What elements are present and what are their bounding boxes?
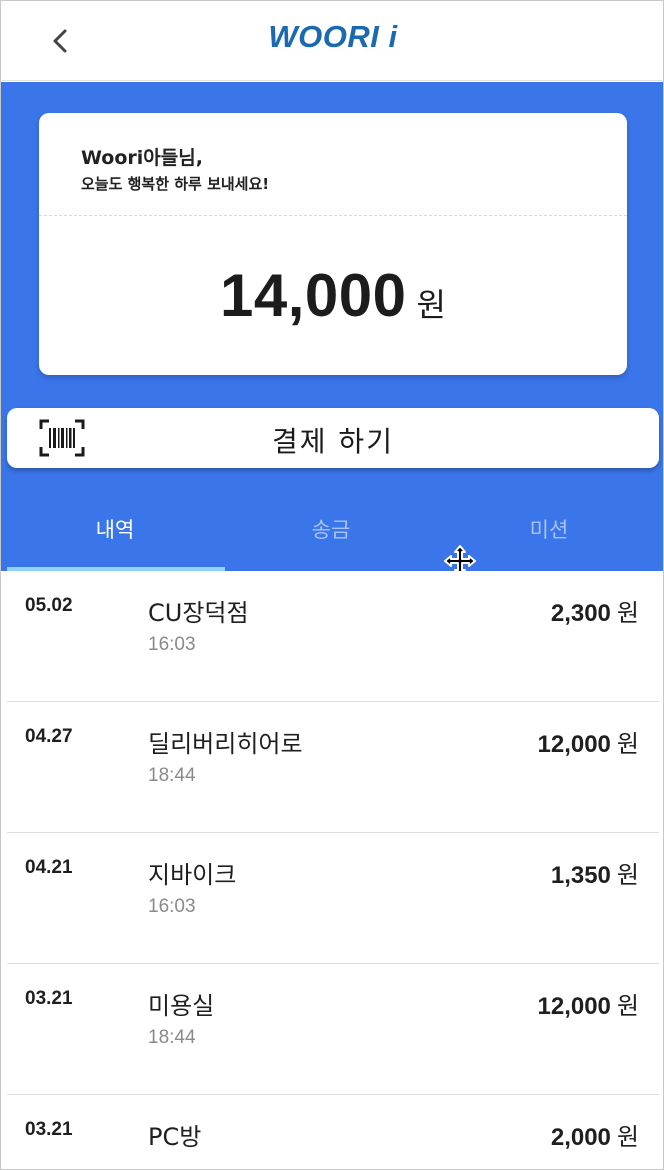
tab-history[interactable]: 내역	[7, 514, 223, 544]
app-logo: WOORI i	[268, 19, 398, 54]
transaction-date: 04.27	[25, 726, 73, 747]
transaction-date: 03.21	[25, 988, 73, 1009]
transaction-amount-unit: 원	[616, 1123, 639, 1151]
app-frame: WOORI i Woori아들님, 오늘도 행복한 하루 보내세요! 14,00…	[0, 0, 664, 1170]
transaction-amount-unit: 원	[616, 992, 639, 1020]
transaction-merchant: 지바이크	[148, 861, 237, 889]
transaction-amount: 2,000 원	[551, 1117, 639, 1152]
top-bar: WOORI i	[1, 1, 663, 81]
transaction-date: 03.21	[25, 1119, 73, 1140]
tab-mission[interactable]: 미션	[441, 514, 657, 544]
transaction-time: 16:03	[148, 634, 196, 655]
transaction-row[interactable]: 04.27 딜리버리히어로 18:44 12,000 원	[7, 702, 659, 833]
transaction-amount-unit: 원	[616, 861, 639, 889]
balance-unit: 원	[416, 286, 446, 324]
transaction-amount-value: 12,000	[537, 731, 611, 758]
transaction-amount: 1,350 원	[551, 855, 639, 890]
pay-button-label: 결제 하기	[272, 425, 394, 458]
card-divider	[39, 215, 627, 216]
transaction-list: 05.02 CU장덕점 16:03 2,300 원 04.27 딜리버리히어로 1…	[7, 571, 659, 1169]
pay-button[interactable]: 결제 하기	[7, 408, 659, 468]
greeting-name: Woori아들님,	[81, 147, 203, 169]
transaction-amount-value: 2,300	[550, 600, 611, 627]
balance-amount: 14,000	[220, 262, 407, 329]
transaction-merchant: 미용실	[148, 992, 215, 1020]
transaction-merchant: CU장덕점	[148, 599, 249, 627]
balance-display: 14,000 원	[39, 261, 627, 330]
tab-bar: 내역 송금 미션	[1, 494, 663, 571]
account-panel: Woori아들님, 오늘도 행복한 하루 보내세요! 14,000 원 결제 하…	[1, 82, 663, 571]
greeting-message: 오늘도 행복한 하루 보내세요!	[81, 175, 270, 193]
transaction-merchant: PC방	[148, 1123, 202, 1151]
transaction-row[interactable]: 05.02 CU장덕점 16:03 2,300 원	[7, 571, 659, 702]
transaction-row[interactable]: 03.21 미용실 18:44 12,000 원	[7, 964, 659, 1095]
transaction-amount-unit: 원	[616, 599, 639, 627]
transaction-date: 04.21	[25, 857, 73, 878]
transaction-amount: 12,000 원	[538, 986, 640, 1021]
transaction-row[interactable]: 04.21 지바이크 16:03 1,350 원	[7, 833, 659, 964]
transaction-merchant: 딜리버리히어로	[148, 730, 303, 758]
transaction-amount-value: 1,350	[550, 862, 611, 889]
tab-transfer[interactable]: 송금	[223, 514, 439, 544]
balance-card: Woori아들님, 오늘도 행복한 하루 보내세요! 14,000 원	[39, 113, 627, 375]
transaction-amount-unit: 원	[616, 730, 639, 758]
transaction-amount: 12,000 원	[538, 724, 640, 759]
transaction-amount-value: 2,000	[550, 1124, 611, 1151]
transaction-date: 05.02	[25, 595, 73, 616]
transaction-amount: 2,300 원	[551, 593, 639, 628]
transaction-time: 16:03	[148, 896, 196, 917]
transaction-time: 18:44	[148, 765, 196, 786]
transaction-row[interactable]: 03.21 PC방 2,000 원	[7, 1095, 659, 1169]
transaction-time: 18:44	[148, 1027, 196, 1048]
transaction-amount-value: 12,000	[537, 993, 611, 1020]
